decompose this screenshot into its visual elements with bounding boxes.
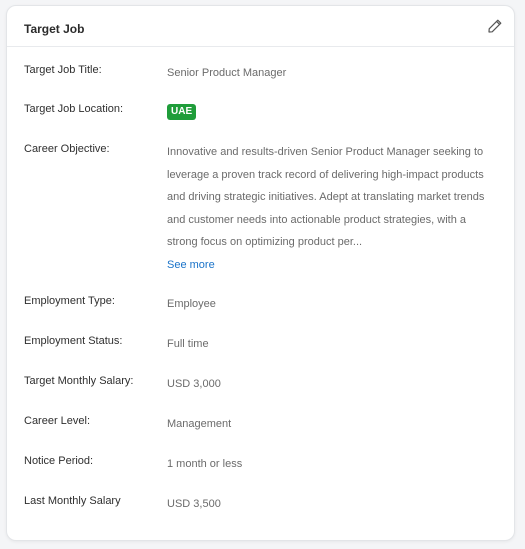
employment-type-value: Employee — [167, 298, 216, 310]
target-monthly-salary-value: USD 3,000 — [167, 378, 221, 390]
notice-period-value: 1 month or less — [167, 458, 243, 470]
career-level-value: Management — [167, 418, 232, 430]
career-objective-text: Innovative and results-driven Senior Pro… — [167, 146, 485, 248]
target-job-title-label: Target Job Title: — [24, 64, 102, 76]
target-job-location-value: UAE — [167, 104, 197, 120]
see-more-link[interactable]: See more — [167, 254, 497, 276]
last-monthly-salary-label: Last Monthly Salary — [24, 495, 121, 507]
employment-type-label: Employment Type: — [24, 295, 115, 307]
target-job-location-label: Target Job Location: — [24, 103, 124, 115]
card-title: Target Job — [24, 22, 85, 36]
card-header: Target Job — [7, 6, 514, 47]
career-objective-label: Career Objective: — [24, 143, 110, 155]
location-badge: UAE — [167, 104, 197, 120]
employment-status-value: Full time — [167, 338, 209, 350]
employment-status-label: Employment Status: — [24, 335, 123, 347]
career-level-label: Career Level: — [24, 415, 91, 427]
notice-period-label: Notice Period: — [24, 455, 94, 467]
target-job-card: Target Job Target Job Title: Senior Prod… — [6, 5, 515, 541]
career-objective-value: Innovative and results-driven Senior Pro… — [167, 141, 497, 276]
last-monthly-salary-value: USD 3,500 — [167, 498, 221, 510]
edit-button[interactable] — [487, 18, 503, 34]
target-monthly-salary-label: Target Monthly Salary: — [24, 375, 134, 387]
pencil-icon — [488, 19, 502, 33]
target-job-title-value: Senior Product Manager — [167, 67, 287, 79]
